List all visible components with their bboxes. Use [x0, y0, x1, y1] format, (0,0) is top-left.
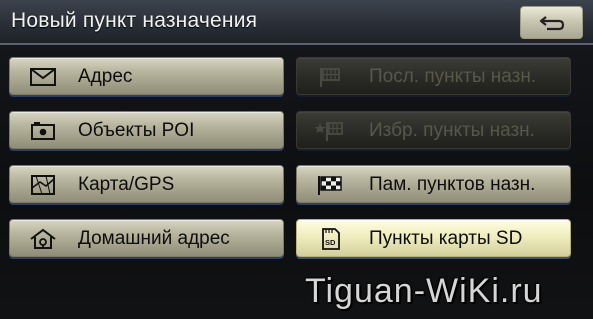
svg-text:SD: SD — [325, 238, 336, 247]
sd-card-icon: SD — [322, 228, 340, 250]
title-bar: Новый пункт назначения — [0, 0, 593, 45]
poi-label: Объекты POI — [78, 120, 195, 141]
address-button[interactable]: Адрес — [9, 57, 284, 95]
stored-destinations-button[interactable]: Пам. пунктов назн. — [296, 165, 571, 203]
home-icon — [30, 228, 56, 249]
back-button[interactable] — [520, 6, 583, 39]
navigation-screen: Новый пункт назначения Адрес Объекты POI — [0, 0, 593, 319]
favorite-destinations-label: Избр. пункты назн. — [369, 120, 535, 141]
poi-button[interactable]: Объекты POI — [9, 111, 284, 149]
address-label: Адрес — [78, 66, 133, 87]
home-address-button[interactable]: Домашний адрес — [9, 219, 284, 257]
stored-destinations-label: Пам. пунктов назн. — [369, 174, 536, 195]
sd-card-destinations-button[interactable]: SD Пункты карты SD — [296, 219, 571, 257]
return-arrow-icon — [539, 15, 564, 30]
home-address-label: Домашний адрес — [78, 228, 230, 249]
recent-destinations-label: Посл. пункты назн. — [369, 66, 537, 87]
favorite-destinations-button[interactable]: Избр. пункты назн. — [296, 111, 571, 149]
favorite-flag-icon — [315, 122, 343, 141]
flag-icon — [320, 68, 340, 87]
map-icon — [31, 175, 55, 195]
watermark: Tiguan-WiKi.ru — [305, 272, 543, 310]
map-gps-label: Карта/GPS — [78, 174, 175, 195]
checkered-flag-icon — [318, 176, 342, 195]
camera-icon — [31, 122, 55, 140]
map-gps-button[interactable]: Карта/GPS — [9, 165, 284, 203]
page-title: Новый пункт назначения — [11, 9, 258, 32]
sd-card-destinations-label: Пункты карты SD — [369, 228, 523, 249]
envelope-icon — [30, 68, 56, 86]
recent-destinations-button[interactable]: Посл. пункты назн. — [296, 57, 571, 95]
